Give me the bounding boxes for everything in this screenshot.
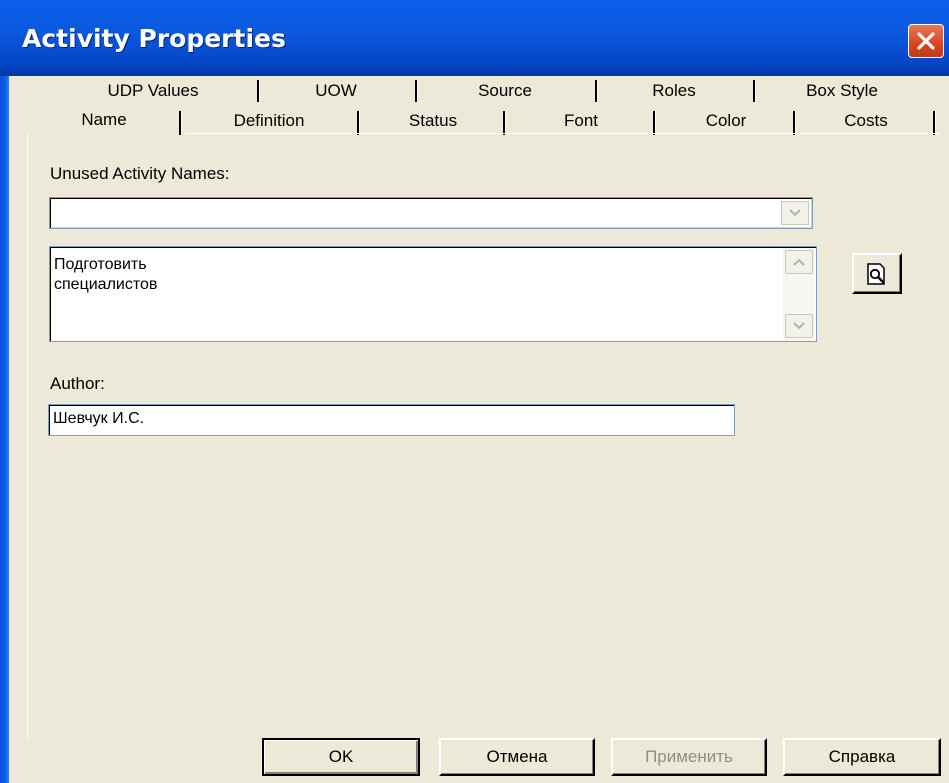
tab-divider	[753, 80, 756, 102]
author-field[interactable]: Шевчук И.С.	[48, 404, 735, 436]
cancel-button[interactable]: Отмена	[439, 738, 595, 776]
author-label: Author:	[50, 374, 105, 393]
tab-roles[interactable]: Roles	[601, 77, 747, 105]
tab-panel-border-left	[27, 133, 28, 738]
activity-name-textarea[interactable]: Подготовить специалистов	[49, 246, 817, 342]
preview-button[interactable]	[852, 253, 902, 294]
tab-divider	[415, 80, 418, 102]
tab-divider	[793, 111, 796, 135]
tab-udp-values[interactable]: UDP Values	[55, 77, 251, 105]
tab-source[interactable]: Source	[421, 77, 589, 105]
help-button[interactable]: Справка	[783, 738, 941, 776]
chevron-down-icon	[789, 209, 801, 217]
tab-divider	[933, 111, 936, 135]
activity-properties-dialog: Activity Properties UDP Values UOW Sourc…	[0, 0, 949, 783]
apply-button[interactable]: Применить	[611, 738, 767, 776]
chevron-up-icon	[793, 258, 805, 266]
preview-magnifier-icon	[867, 262, 885, 285]
unused-names-combo[interactable]	[49, 197, 813, 229]
tab-color[interactable]: Color	[659, 107, 793, 135]
tab-divider	[257, 80, 260, 102]
title-bar[interactable]: Activity Properties	[0, 0, 949, 76]
tab-box-style[interactable]: Box Style	[759, 77, 925, 105]
ok-button[interactable]: OK	[262, 738, 420, 776]
tab-divider	[595, 80, 598, 102]
unused-names-label: Unused Activity Names:	[50, 164, 230, 183]
close-button[interactable]	[908, 24, 944, 58]
tab-panel-border	[185, 133, 939, 134]
activity-name-text: Подготовить специалистов	[54, 256, 158, 293]
tab-strip: UDP Values UOW Source Roles Box Style Na…	[27, 73, 949, 138]
tab-uow[interactable]: UOW	[263, 77, 409, 105]
scroll-down-button[interactable]	[785, 314, 813, 338]
tab-status[interactable]: Status	[363, 107, 503, 135]
tab-divider	[503, 111, 506, 135]
tab-font[interactable]: Font	[509, 107, 653, 135]
textarea-scrollbar[interactable]	[783, 248, 815, 340]
close-icon	[917, 32, 935, 50]
scroll-up-button[interactable]	[785, 250, 813, 274]
dialog-title: Activity Properties	[22, 24, 286, 53]
tab-divider	[179, 111, 182, 135]
chevron-down-icon	[793, 322, 805, 330]
tab-divider	[357, 111, 360, 135]
tab-definition[interactable]: Definition	[185, 107, 353, 135]
combo-dropdown-button[interactable]	[781, 201, 809, 225]
window-frame-left	[0, 76, 9, 783]
tab-name[interactable]: Name	[33, 105, 175, 135]
tab-divider	[653, 111, 656, 135]
tab-costs[interactable]: Costs	[799, 107, 933, 135]
